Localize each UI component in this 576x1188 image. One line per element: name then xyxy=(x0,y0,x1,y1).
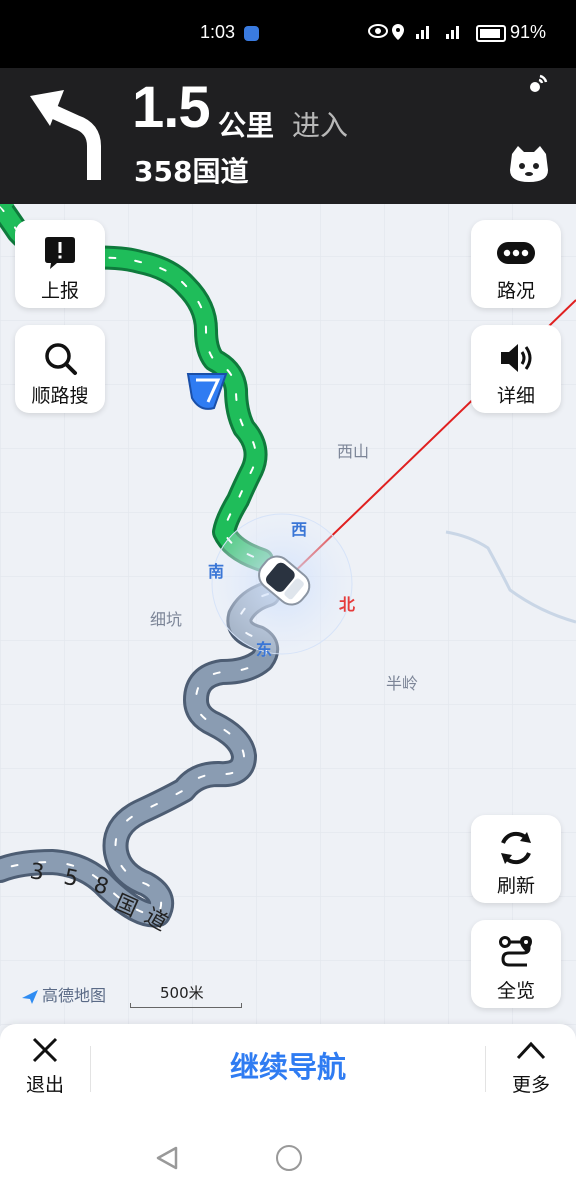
scale-label: 500米 xyxy=(160,984,204,1002)
chevron-up-icon xyxy=(516,1041,546,1060)
distance-unit: 公里 xyxy=(218,109,275,142)
status-bar: 1:03 91% xyxy=(0,0,576,68)
battery-percent: 91% xyxy=(510,22,547,42)
close-icon xyxy=(32,1037,58,1063)
more-label: 更多 xyxy=(511,1074,550,1096)
report-button[interactable]: 上报 xyxy=(15,220,105,308)
mascot-avatar-icon[interactable] xyxy=(508,144,550,184)
exit-label: 退出 xyxy=(25,1074,64,1096)
voice-detail-button[interactable]: 详细 xyxy=(471,325,561,413)
amap-logo-icon xyxy=(22,989,38,1004)
route-overview-icon xyxy=(499,936,532,967)
search-along-route-label: 顺路搜 xyxy=(31,385,89,407)
divider xyxy=(485,1046,486,1092)
continue-navigation-button[interactable]: 继续导航 xyxy=(91,1042,485,1092)
maneuver-action: 进入 xyxy=(292,109,349,142)
traffic-dots-icon xyxy=(497,242,535,264)
search-along-route-button[interactable]: 顺路搜 xyxy=(15,325,105,413)
system-navigation-bar xyxy=(0,1108,576,1188)
status-time: 1:03 xyxy=(200,22,236,42)
eye-icon xyxy=(368,24,459,40)
navigation-guidance-panel: 1.5 公里 进入 358国道 xyxy=(0,68,576,204)
compass-south-label: 南 xyxy=(208,562,225,581)
traffic-label: 路况 xyxy=(496,280,535,302)
home-icon[interactable] xyxy=(276,1145,302,1171)
place-label-xikeng: 细坑 xyxy=(150,610,183,629)
scale-bar xyxy=(130,1003,242,1008)
refresh-label: 刷新 xyxy=(496,875,535,897)
refresh-button[interactable]: 刷新 xyxy=(471,815,561,903)
more-button[interactable]: 更多 xyxy=(498,1036,564,1100)
app-notification-icon xyxy=(244,26,259,41)
next-road-name: 358国道 xyxy=(134,155,249,188)
compass-west-label: 西 xyxy=(291,520,308,539)
bottom-action-bar: 退出 继续导航 更多 xyxy=(0,1024,576,1108)
speaker-icon xyxy=(501,344,532,372)
map-logo-text: 高德地图 xyxy=(42,986,107,1005)
exit-button[interactable]: 退出 xyxy=(12,1036,78,1100)
compass-east-label: 东 xyxy=(256,640,273,659)
voice-detail-label: 详细 xyxy=(496,385,535,407)
maneuver-distance: 1.5 xyxy=(132,75,211,140)
route-overview-label: 全览 xyxy=(496,980,535,1002)
battery-icon xyxy=(476,25,506,42)
broadcast-icon[interactable] xyxy=(526,72,550,96)
report-icon xyxy=(45,237,75,269)
search-icon xyxy=(45,343,77,375)
compass-north-label: 北 xyxy=(339,595,356,614)
refresh-icon xyxy=(501,831,531,865)
back-icon[interactable] xyxy=(156,1146,178,1170)
traffic-button[interactable]: 路况 xyxy=(471,220,561,308)
turn-left-arrow-icon xyxy=(30,90,101,180)
place-label-banling: 半岭 xyxy=(386,674,419,693)
map-logo: 高德地图 xyxy=(22,982,106,1006)
place-label-xishan: 西山 xyxy=(337,442,370,461)
report-label: 上报 xyxy=(40,280,79,302)
route-overview-button[interactable]: 全览 xyxy=(471,920,561,1008)
